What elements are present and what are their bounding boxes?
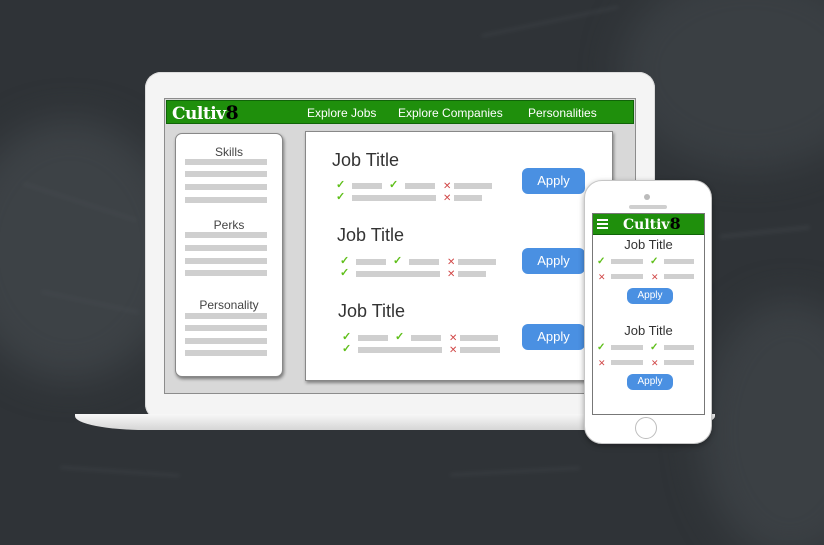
mismatch-placeholder — [460, 347, 500, 353]
check-icon: ✓ — [340, 255, 350, 267]
bg-blob — [700, 300, 824, 545]
bg-sketch-line — [450, 466, 580, 477]
brand-name: Cultiv — [623, 217, 670, 233]
match-placeholder — [664, 259, 694, 264]
match-placeholder — [358, 347, 442, 353]
filter-option-placeholder[interactable] — [185, 313, 267, 319]
bg-sketch-line — [720, 225, 810, 239]
x-icon: ✕ — [443, 193, 452, 204]
bg-sketch-line — [60, 465, 180, 478]
brand-digit: 8 — [669, 214, 681, 233]
match-placeholder — [358, 335, 388, 341]
mobile-screen: Cultiv8 Job Title ✓ ✓ ✕ ✕ Apply Job Titl… — [592, 213, 705, 415]
x-icon: ✕ — [443, 181, 452, 192]
check-icon: ✓ — [393, 255, 403, 267]
phone-camera — [644, 194, 650, 200]
match-placeholder — [611, 259, 643, 264]
brand-logo[interactable]: Cultiv8 — [172, 102, 239, 124]
mismatch-placeholder — [460, 335, 498, 341]
job-title[interactable]: Job Title — [593, 237, 704, 252]
apply-button[interactable]: Apply — [522, 324, 585, 350]
mismatch-placeholder — [664, 360, 694, 365]
mismatch-placeholder — [454, 183, 492, 189]
x-icon: ✕ — [449, 333, 458, 344]
check-icon: ✓ — [650, 256, 659, 267]
match-placeholder — [356, 259, 386, 265]
top-nav-bar: Cultiv8 Explore Jobs Explore Companies P… — [166, 100, 634, 124]
filter-option-placeholder[interactable] — [185, 258, 267, 264]
filter-option-placeholder[interactable] — [185, 245, 267, 251]
mismatch-placeholder — [611, 274, 643, 279]
mismatch-placeholder — [458, 271, 486, 277]
desktop-screen: Cultiv8 Explore Jobs Explore Companies P… — [164, 98, 636, 394]
x-icon: ✕ — [651, 272, 659, 282]
phone-device: Cultiv8 Job Title ✓ ✓ ✕ ✕ Apply Job Titl… — [584, 180, 712, 444]
filter-option-placeholder[interactable] — [185, 325, 267, 331]
mismatch-placeholder — [611, 360, 643, 365]
filter-heading-personality: Personality — [199, 298, 259, 312]
match-placeholder — [409, 259, 439, 265]
match-placeholder — [611, 345, 643, 350]
check-icon: ✓ — [597, 256, 606, 267]
match-placeholder — [664, 345, 694, 350]
filter-option-placeholder[interactable] — [185, 171, 267, 177]
x-icon: ✕ — [447, 257, 456, 268]
job-title[interactable]: Job Title — [332, 150, 399, 171]
apply-button[interactable]: Apply — [522, 248, 585, 274]
filter-option-placeholder[interactable] — [185, 197, 267, 203]
filter-option-placeholder[interactable] — [185, 338, 267, 344]
filter-option-placeholder[interactable] — [185, 184, 267, 190]
phone-speaker — [629, 205, 667, 209]
x-icon: ✕ — [598, 358, 606, 368]
job-title[interactable]: Job Title — [338, 301, 405, 322]
match-placeholder — [352, 183, 382, 189]
apply-button[interactable]: Apply — [627, 374, 673, 390]
brand-name: Cultiv — [172, 104, 226, 124]
check-icon: ✓ — [342, 331, 352, 343]
filter-option-placeholder[interactable] — [185, 270, 267, 276]
x-icon: ✕ — [651, 358, 659, 368]
apply-button[interactable]: Apply — [627, 288, 673, 304]
x-icon: ✕ — [449, 345, 458, 356]
brand-digit: 8 — [225, 102, 239, 124]
filter-option-placeholder[interactable] — [185, 232, 267, 238]
check-icon: ✓ — [340, 267, 350, 279]
hamburger-icon[interactable] — [597, 219, 608, 231]
match-placeholder — [352, 195, 436, 201]
match-placeholder — [405, 183, 435, 189]
filter-sidebar: Skills Perks Personality — [175, 133, 283, 377]
nav-personalities[interactable]: Personalities — [528, 106, 597, 120]
match-placeholder — [411, 335, 441, 341]
filter-option-placeholder[interactable] — [185, 350, 267, 356]
bg-sketch-line — [481, 5, 619, 38]
x-icon: ✕ — [598, 272, 606, 282]
nav-explore-companies[interactable]: Explore Companies — [398, 106, 503, 120]
job-title[interactable]: Job Title — [593, 323, 704, 338]
mobile-nav-bar: Cultiv8 — [593, 214, 704, 235]
check-icon: ✓ — [650, 342, 659, 353]
mobile-brand-logo[interactable]: Cultiv8 — [623, 214, 681, 233]
apply-button[interactable]: Apply — [522, 168, 585, 194]
check-icon: ✓ — [597, 342, 606, 353]
check-icon: ✓ — [342, 343, 352, 355]
mismatch-placeholder — [454, 195, 482, 201]
match-placeholder — [356, 271, 440, 277]
filter-option-placeholder[interactable] — [185, 159, 267, 165]
check-icon: ✓ — [395, 331, 405, 343]
mismatch-placeholder — [458, 259, 496, 265]
check-icon: ✓ — [336, 179, 346, 191]
phone-home-button[interactable] — [635, 417, 657, 439]
mismatch-placeholder — [664, 274, 694, 279]
job-title[interactable]: Job Title — [337, 225, 404, 246]
job-list-panel: Job Title ✓ ✓ ✕ ✓ ✕ Apply Job Title ✓ ✓ … — [305, 131, 613, 381]
check-icon: ✓ — [389, 179, 399, 191]
check-icon: ✓ — [336, 191, 346, 203]
x-icon: ✕ — [447, 269, 456, 280]
nav-explore-jobs[interactable]: Explore Jobs — [307, 106, 376, 120]
filter-heading-skills: Skills — [214, 145, 243, 159]
filter-heading-perks: Perks — [213, 218, 245, 232]
